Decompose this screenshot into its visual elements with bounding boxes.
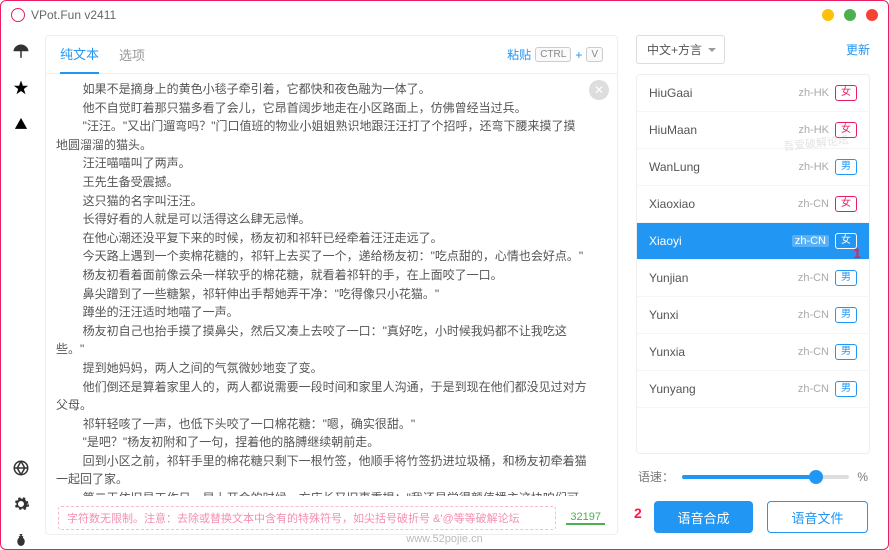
paste-label: 粘贴 — [507, 46, 531, 63]
maximize-button[interactable] — [844, 9, 856, 21]
voice-name: HiuMaan — [649, 123, 792, 137]
gender-badge: 女 — [835, 196, 857, 212]
gender-badge: 女 — [835, 122, 857, 138]
gear-icon[interactable] — [12, 495, 30, 513]
minimize-button[interactable] — [822, 9, 834, 21]
voice-locale: zh-CN — [798, 198, 829, 210]
voice-locale: zh-CN — [798, 309, 829, 321]
umbrella-icon[interactable] — [12, 43, 30, 61]
star-icon[interactable] — [12, 79, 30, 97]
bug-icon[interactable] — [12, 531, 30, 549]
language-select[interactable]: 中文+方言 — [636, 35, 725, 64]
gender-badge: 男 — [835, 381, 857, 397]
voice-item[interactable]: Yunxi zh-CN 男 — [637, 297, 869, 334]
synthesize-button[interactable]: 语音合成 — [654, 501, 753, 533]
voice-item[interactable]: HiuMaan zh-HK 女 — [637, 112, 869, 149]
speed-unit: % — [857, 470, 868, 484]
gender-badge: 男 — [835, 307, 857, 323]
voice-locale: zh-HK — [798, 124, 829, 136]
kbd-plus: + — [575, 48, 582, 62]
voice-item[interactable]: WanLung zh-HK 男 — [637, 149, 869, 186]
titlebar: VPot.Fun v2411 — [1, 1, 888, 29]
voice-item[interactable]: Yunxia zh-CN 男 — [637, 334, 869, 371]
voice-name: Xiaoxiao — [649, 197, 792, 211]
voice-locale: zh-CN — [792, 235, 829, 247]
slider-thumb[interactable] — [809, 470, 823, 484]
clear-text-button[interactable]: ✕ — [589, 80, 609, 100]
speed-label: 语速： — [638, 468, 674, 485]
text-input[interactable]: 如果不是摘身上的黄色小毯子牵引着，它都快和夜色融为一体了。 他不自觉盯着那只猫多… — [56, 80, 587, 496]
gender-badge: 女 — [835, 85, 857, 101]
tab-options[interactable]: 选项 — [119, 36, 145, 73]
voice-name: Yunyang — [649, 382, 792, 396]
refresh-link[interactable]: 更新 — [846, 41, 870, 58]
voice-panel: 中文+方言 更新 1 吾爱破解论坛 HiuGaaizh-HK女HiuMaanzh… — [636, 35, 870, 535]
voice-name: HiuGaai — [649, 86, 792, 100]
voice-item[interactable]: Yunjian zh-CN 男 — [637, 260, 869, 297]
voice-item[interactable]: Xiaoxiao zh-CN 女 — [637, 186, 869, 223]
text-panel: 纯文本 选项 粘贴 CTRL + V 如果不是摘身上的黄色小毯子牵引着，它都快和… — [45, 35, 618, 535]
gender-badge: 男 — [835, 344, 857, 360]
voice-name: Yunxi — [649, 308, 792, 322]
voice-locale: zh-CN — [798, 272, 829, 284]
voice-file-button[interactable]: 语音文件 — [767, 501, 868, 533]
voice-name: Yunxia — [649, 345, 792, 359]
gender-badge: 男 — [835, 270, 857, 286]
voice-item[interactable]: Xiaoyi zh-CN 女 — [637, 223, 869, 260]
voice-item[interactable]: HiuGaai zh-HK 女 — [637, 75, 869, 112]
sidebar — [1, 29, 41, 549]
voice-locale: zh-HK — [798, 161, 829, 173]
voice-locale: zh-CN — [798, 383, 829, 395]
kbd-ctrl: CTRL — [535, 47, 571, 62]
voice-name: WanLung — [649, 160, 792, 174]
nav-icon[interactable] — [12, 115, 30, 133]
voice-list[interactable]: 1 吾爱破解论坛 HiuGaaizh-HK女HiuMaanzh-HK女WanLu… — [636, 74, 870, 454]
char-count: 32197 — [566, 511, 605, 525]
hint-text: 字符数无限制。注意：去除或替换文本中含有的特殊符号，如尖括号破折号 &'@等等破… — [58, 506, 556, 530]
voice-locale: zh-CN — [798, 346, 829, 358]
kbd-v: V — [586, 47, 603, 62]
app-title: VPot.Fun v2411 — [31, 8, 116, 22]
gender-badge: 女 — [835, 233, 857, 249]
tab-plaintext[interactable]: 纯文本 — [60, 35, 99, 74]
voice-name: Xiaoyi — [649, 234, 786, 248]
annotation-2: 2 — [634, 505, 642, 521]
aperture-icon[interactable] — [12, 459, 30, 477]
paste-hint[interactable]: 粘贴 CTRL + V — [507, 46, 603, 63]
speed-slider[interactable] — [682, 475, 849, 479]
voice-item[interactable]: Yunyang zh-CN 男 — [637, 371, 869, 408]
voice-locale: zh-HK — [798, 87, 829, 99]
app-logo-icon — [11, 8, 25, 22]
voice-name: Yunjian — [649, 271, 792, 285]
close-button[interactable] — [866, 9, 878, 21]
gender-badge: 男 — [835, 159, 857, 175]
